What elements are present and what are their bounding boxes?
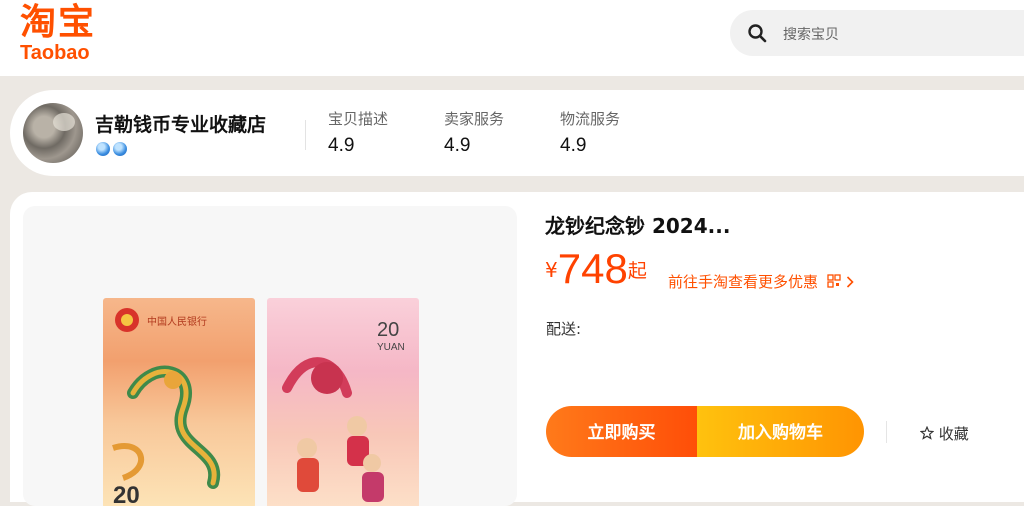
note-value: 20 <box>377 319 399 341</box>
product-image[interactable]: 中国人民银行 20 20 YUAN <box>23 206 517 506</box>
logo-english: Taobao <box>20 42 90 64</box>
logo-chinese: 淘宝 <box>20 2 97 43</box>
product-title: 龙钞纪念钞 2024... <box>545 214 731 238</box>
search-input[interactable]: 搜索宝贝 <box>730 10 1024 56</box>
rating-label: 卖家服务 <box>444 110 505 128</box>
bank-name: 中国人民银行 <box>147 315 207 328</box>
top-bar: 淘宝 Taobao 搜索宝贝 <box>0 0 1024 76</box>
rating-value: 4.9 <box>560 135 587 156</box>
star-icon <box>919 425 935 440</box>
chevron-right-icon <box>846 276 854 288</box>
rating-label: 宝贝描述 <box>328 110 389 128</box>
rating-logistics: 物流服务 4.9 <box>560 110 650 156</box>
note-value: 20 <box>113 482 140 506</box>
currency-symbol: ¥ <box>545 258 558 282</box>
taobao-logo[interactable]: 淘宝 Taobao <box>20 4 116 68</box>
price-value: 748 <box>557 245 628 292</box>
divider <box>305 120 306 150</box>
rating-label: 物流服务 <box>560 110 621 128</box>
shop-level-badges <box>96 141 130 160</box>
product-price: ¥748起 <box>545 245 647 293</box>
rating-description: 宝贝描述 4.9 <box>328 110 418 156</box>
add-to-cart-button[interactable]: 加入购物车 <box>697 406 864 457</box>
search-icon <box>748 24 767 43</box>
lion-dance-illustration: 20 YUAN <box>282 319 405 502</box>
price-suffix: 起 <box>627 260 647 282</box>
banknote-back-image: 20 YUAN <box>267 298 419 506</box>
promo-link[interactable]: 前往手淘查看更多优惠 <box>668 271 854 292</box>
buy-now-button[interactable]: 立即购买 <box>546 406 697 457</box>
search-placeholder: 搜索宝贝 <box>783 27 839 43</box>
product-panel: 中国人民银行 20 20 YUAN 龙钞纪念钞 2024... ¥748起 前往… <box>10 192 1024 506</box>
delivery-label: 配送: <box>546 320 582 338</box>
rating-seller-service: 卖家服务 4.9 <box>444 110 534 156</box>
medal-icon <box>113 142 127 156</box>
medal-icon <box>96 142 110 156</box>
dragon-illustration: 中国人民银行 20 <box>112 308 221 506</box>
note-unit: YUAN <box>377 342 405 353</box>
rating-value: 4.9 <box>444 135 471 156</box>
favorite-button[interactable]: 收藏 <box>919 423 969 444</box>
shop-name[interactable]: 吉勒钱币专业收藏店 <box>95 110 266 137</box>
rating-value: 4.9 <box>328 135 355 156</box>
banknote-front-image: 中国人民银行 20 <box>103 298 255 506</box>
shop-avatar[interactable] <box>23 103 83 163</box>
promo-text: 前往手淘查看更多优惠 <box>668 273 819 291</box>
qr-code-icon <box>827 274 841 288</box>
divider <box>886 421 887 443</box>
shop-info-bar: 吉勒钱币专业收藏店 宝贝描述 4.9 卖家服务 4.9 物流服务 4.9 <box>10 90 1024 176</box>
favorite-label: 收藏 <box>938 425 969 443</box>
